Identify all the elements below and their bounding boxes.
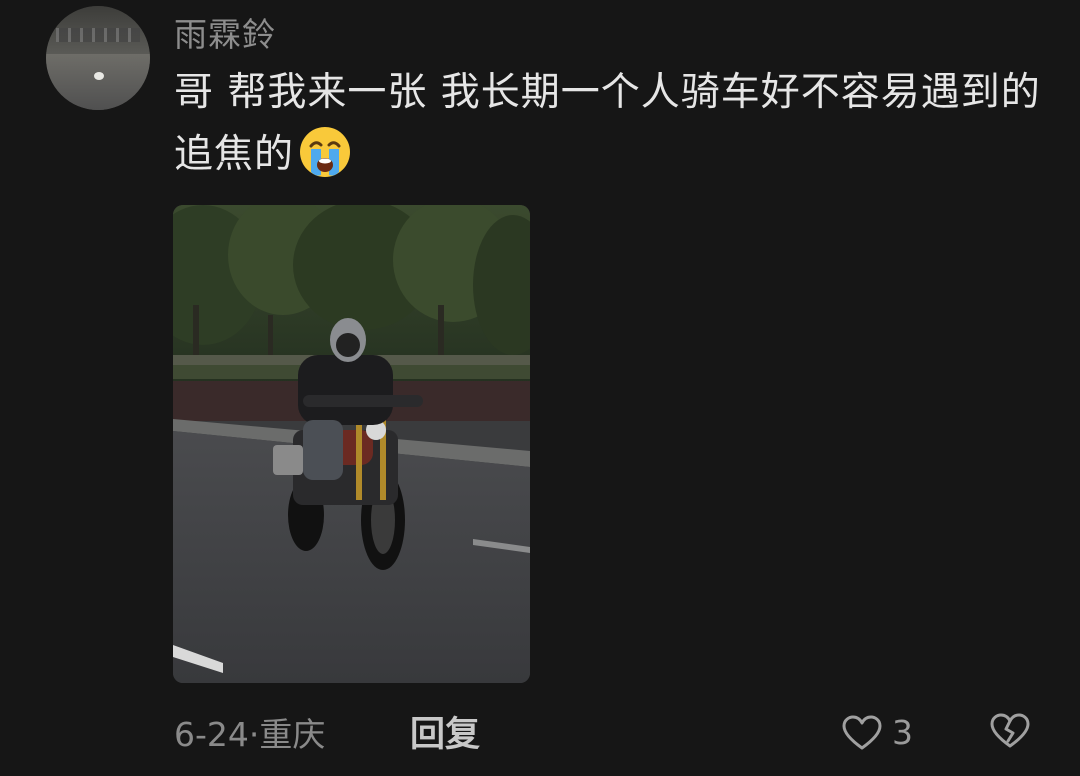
- motorcycle-photo-image: [173, 205, 530, 683]
- comment-item: 雨霖鈴 哥 帮我来一张 我长期一个人骑车好不容易遇到的追焦的 6-24·重庆 回…: [0, 0, 1080, 776]
- reply-button[interactable]: 回复: [410, 706, 480, 757]
- avatar-photo-floor: [46, 54, 150, 110]
- avatar-photo-railing: [56, 28, 140, 42]
- avatar-photo-bird: [94, 72, 104, 80]
- attached-photo[interactable]: [173, 205, 530, 683]
- username[interactable]: 雨霖鈴: [174, 8, 276, 56]
- dislike-button[interactable]: [990, 713, 1030, 753]
- broken-heart-outline-icon: [990, 713, 1030, 748]
- crying-face-emoji-icon: [300, 127, 351, 177]
- comment-date-location: 6-24·重庆: [174, 715, 326, 754]
- avatar[interactable]: [46, 6, 150, 110]
- heart-outline-icon: [842, 715, 882, 749]
- like-count: 3: [892, 713, 913, 752]
- comment-text-block: 哥 帮我来一张 我长期一个人骑车好不容易遇到的追焦的: [174, 62, 1054, 186]
- like-button[interactable]: 3: [842, 713, 913, 752]
